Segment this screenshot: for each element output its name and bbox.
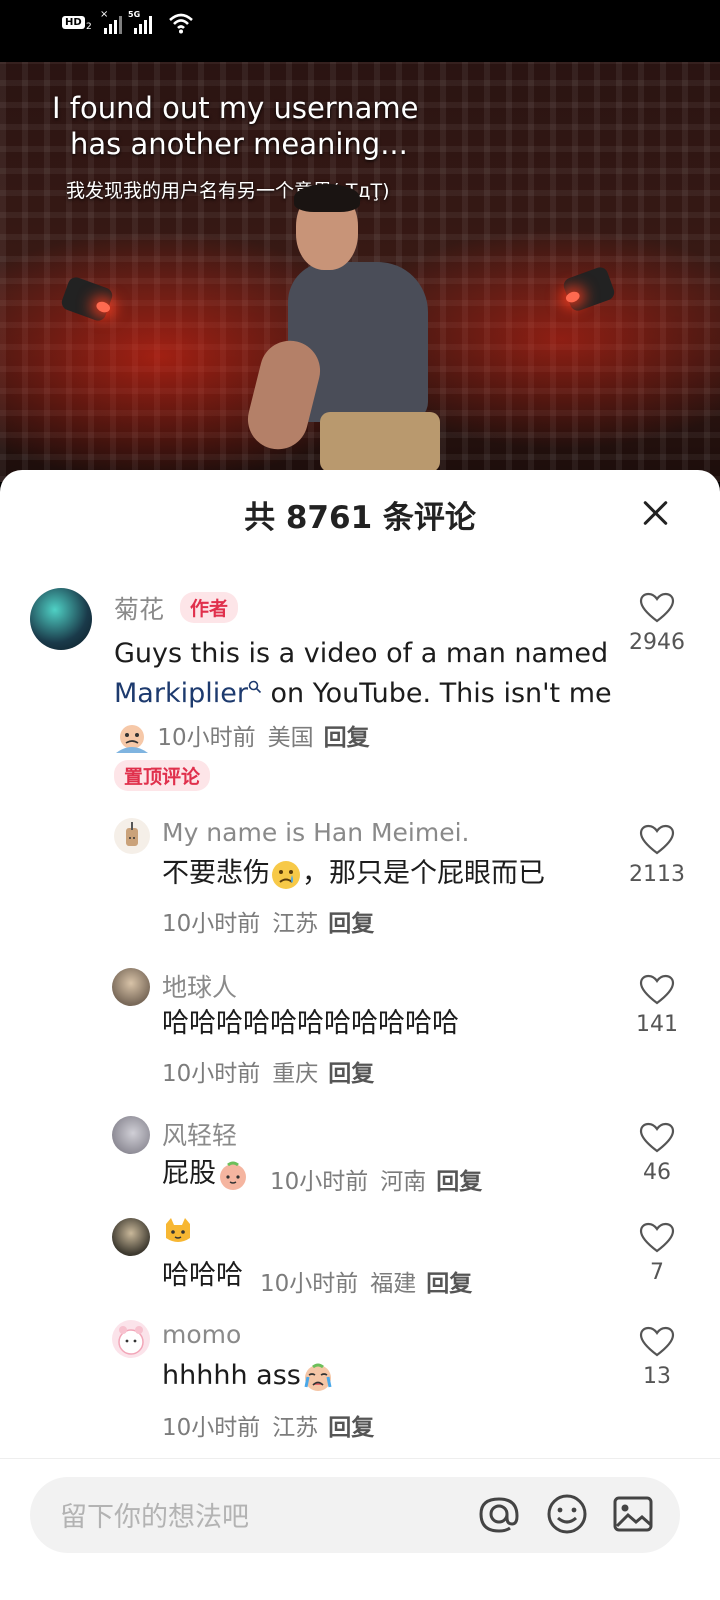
like-button[interactable]: 7 [622, 1222, 692, 1285]
comment-input[interactable]: 留下你的想法吧 [30, 1477, 680, 1553]
status-bar: HD 2 × 5G [0, 0, 720, 62]
comment-input-bar: 留下你的想法吧 [0, 1458, 720, 1600]
like-button[interactable]: 46 [622, 1122, 692, 1185]
hd-sub-label: 2 [86, 22, 92, 32]
sad-emoji-icon [272, 860, 300, 889]
author-badge: 作者 [180, 592, 239, 623]
image-icon[interactable] [610, 1491, 656, 1537]
5g-label: 5G [128, 10, 141, 19]
comment-location: 河南 [380, 1169, 427, 1195]
like-count: 7 [650, 1260, 664, 1285]
comment-input-placeholder: 留下你的想法吧 [60, 1502, 249, 1533]
signal-icon: × [100, 9, 122, 34]
hd-icon: HD [62, 16, 85, 29]
close-icon[interactable] [638, 496, 672, 530]
reply-button[interactable]: 回复 [436, 1169, 482, 1195]
heart-icon [639, 1222, 675, 1253]
comment-location: 重庆 [272, 1061, 319, 1087]
crying-emoji-icon [116, 724, 148, 753]
avatar[interactable] [112, 1218, 150, 1256]
search-icon[interactable] [248, 680, 262, 694]
comment-meta: 10小时前 福建 回复 [260, 1264, 472, 1298]
comment-meta: 10小时前 河南 回复 [270, 1162, 482, 1196]
video-caption-english: I found out my username has another mean… [52, 90, 512, 162]
comment-username[interactable]: 风轻轻 [162, 1116, 237, 1152]
comment-text-line: Guys this is a video of a man named [114, 638, 609, 669]
pinned-badge: 置顶评论 [114, 760, 211, 791]
comment-time: 10小时前 [260, 1271, 359, 1297]
reply-button[interactable]: 回复 [324, 725, 370, 751]
comment-text-rest: on YouTube. This isn't me [261, 678, 612, 709]
reply-button[interactable]: 回复 [328, 1415, 374, 1441]
comment-text: hhhhh ass [162, 1356, 335, 1396]
video-person [241, 184, 450, 482]
avatar[interactable] [30, 588, 92, 650]
comment-text: 哈哈哈 [162, 1260, 243, 1291]
like-button[interactable]: 13 [622, 1326, 692, 1389]
reply-button[interactable]: 回复 [328, 911, 374, 937]
video-caption-line: has another meaning... [70, 127, 408, 161]
heart-icon [639, 1326, 675, 1357]
comment-location: 福建 [370, 1271, 417, 1297]
comment-text-part: 不要悲伤 [162, 858, 270, 889]
like-button[interactable]: 2946 [622, 592, 692, 655]
comment-location: 美国 [267, 725, 314, 751]
comment-username[interactable]: 地球人 [162, 968, 237, 1004]
comment-text: Guys this is a video of a man named Mark… [114, 634, 614, 714]
like-count: 46 [643, 1160, 671, 1185]
comment-location: 江苏 [272, 1415, 319, 1441]
comment-text: 屁股 [162, 1154, 250, 1194]
comment-meta: 10小时前 江苏 回复 [162, 904, 374, 938]
avatar[interactable] [112, 1116, 150, 1154]
wifi-icon [169, 13, 193, 34]
comment-text: 不要悲伤 ，那只是个屁眼而已 [162, 854, 612, 894]
reply-button[interactable]: 回复 [426, 1271, 472, 1297]
avatar[interactable] [112, 968, 150, 1006]
heart-icon [639, 592, 675, 623]
heart-icon [639, 824, 675, 855]
like-count: 2113 [629, 862, 685, 887]
like-count: 2946 [629, 630, 685, 655]
emoji-icon[interactable] [544, 1491, 590, 1537]
comment-text-part: hhhhh ass [162, 1360, 301, 1391]
avatar[interactable] [112, 1320, 150, 1358]
comment-time: 10小时前 [270, 1169, 369, 1195]
comment-username[interactable]: 菊花 [114, 590, 164, 626]
comment-username[interactable]: momo [162, 1320, 241, 1349]
comment-text: 哈哈哈哈哈哈哈哈哈哈哈 [162, 1008, 459, 1039]
comment-location: 江苏 [272, 911, 319, 937]
comment-time: 10小时前 [162, 1415, 261, 1441]
studio-light-left [59, 275, 115, 323]
comment-meta: 10小时前 重庆 回复 [162, 1054, 374, 1088]
comment-text-part: 屁股 [162, 1158, 216, 1189]
like-button[interactable]: 2113 [622, 824, 692, 887]
comment-time: 10小时前 [162, 1061, 261, 1087]
comment-text-rest: ，那只是个屁眼而已 [302, 858, 545, 889]
5g-signal-icon: 5G [128, 10, 152, 34]
comment-time: 10小时前 [162, 911, 261, 937]
comment-count-title: 共 8761 条评论 [244, 500, 476, 536]
peach-emoji-icon [220, 1161, 246, 1190]
heart-icon [639, 974, 675, 1005]
studio-light-right [561, 265, 617, 313]
video-caption-line: I found out my username [52, 91, 419, 125]
heart-icon [639, 1122, 675, 1153]
like-button[interactable]: 141 [622, 974, 692, 1037]
comment-username[interactable]: My name is Han Meimei. [162, 818, 470, 847]
comment-meta: 10小时前 美国 回复 [114, 718, 370, 755]
search-link[interactable]: Markiplier [114, 678, 248, 709]
comment-time: 10小时前 [157, 725, 256, 751]
cat-emoji-icon[interactable] [162, 1216, 194, 1248]
video-player[interactable]: I found out my username has another mean… [0, 62, 720, 482]
reply-button[interactable]: 回复 [328, 1061, 374, 1087]
like-count: 141 [636, 1012, 678, 1037]
crying-emoji-icon [304, 1363, 332, 1391]
like-count: 13 [643, 1364, 671, 1389]
at-icon[interactable] [476, 1491, 522, 1537]
avatar[interactable] [114, 818, 150, 854]
comment-sheet: 共 8761 条评论 菊花 作者 Guys this is a video of… [0, 470, 720, 1600]
comment-meta: 10小时前 江苏 回复 [162, 1408, 374, 1442]
